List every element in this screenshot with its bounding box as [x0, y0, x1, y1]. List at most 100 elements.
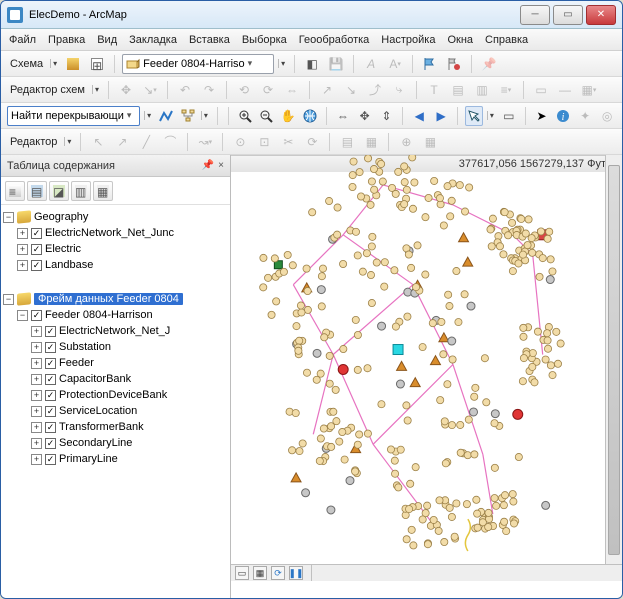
menu-config[interactable]: Настройка	[381, 34, 435, 46]
fit-height-icon[interactable]: ⇕	[378, 106, 396, 126]
menu-help[interactable]: Справка	[485, 34, 528, 46]
toc-layer[interactable]: +✓TransformerBank	[3, 419, 228, 435]
select-tool-icon[interactable]	[465, 106, 483, 126]
feeder-combo[interactable]: Feeder 0804-Harriso ▾	[122, 54, 274, 74]
title-bar[interactable]: ElecDemo - ArcMap ─ ▭ ✕	[1, 1, 622, 29]
pause-icon[interactable]: ❚❚	[289, 566, 303, 580]
open-project-icon[interactable]	[63, 54, 83, 74]
toc-layer[interactable]: +✓Feeder	[3, 355, 228, 371]
layers-icon	[17, 210, 31, 223]
identify-icon[interactable]: i	[554, 106, 572, 126]
clear-sel-icon[interactable]: ▭	[500, 106, 518, 126]
find-combo-split[interactable]: ▾	[144, 111, 153, 120]
schema-toolbar: Схема ▾ ⊞ Feeder 0804-Harriso ▾ ▾ ◧ 💾 A …	[1, 51, 622, 77]
view-tabs-bar: ▭ ▦ ⟳ ❚❚	[231, 564, 622, 581]
schema-dropdown[interactable]: ▾	[50, 59, 59, 68]
menu-geoproc[interactable]: Геообработка	[299, 34, 370, 46]
zoom-in-icon[interactable]	[236, 106, 254, 126]
list-options-icon[interactable]: ▦	[93, 181, 113, 201]
back-icon[interactable]: ◀	[410, 106, 428, 126]
toc-layer[interactable]: +✓ElectricNetwork_Net_Junc	[3, 225, 228, 241]
tree-icon[interactable]	[179, 106, 197, 126]
font-icon: A▾	[385, 54, 405, 74]
redo-icon: ↷	[199, 80, 219, 100]
layers-icon	[17, 292, 31, 305]
toc-panel: Таблица содержания 📌 × ≡ ▤ ◪ ▥ ▦ − Geogr…	[1, 155, 231, 598]
list-by-source-icon[interactable]: ▤	[27, 181, 47, 201]
editor-drop[interactable]: ▾	[64, 137, 73, 146]
toc-tree[interactable]: − Geography +✓ElectricNetwork_Net_Junc +…	[1, 205, 230, 598]
menu-select[interactable]: Выборка	[242, 34, 287, 46]
scroll-thumb[interactable]	[608, 165, 620, 555]
list-by-draw-icon[interactable]: ≡	[5, 181, 25, 201]
list-by-visibility-icon[interactable]: ◪	[49, 181, 69, 201]
schema-editor-drop[interactable]: ▾	[92, 85, 101, 94]
trace-icon[interactable]	[157, 106, 175, 126]
scrollbar-vertical[interactable]	[605, 155, 622, 581]
grid-icon: ▦▾	[579, 80, 599, 100]
menu-edit[interactable]: Правка	[48, 34, 85, 46]
toc-layer[interactable]: +✓ServiceLocation	[3, 403, 228, 419]
editor-label: Редактор	[7, 136, 60, 148]
toc-layer[interactable]: +✓PrimaryLine	[3, 451, 228, 467]
toc-root-feeder-frame[interactable]: − Фрейм данных Feeder 0804	[3, 291, 228, 307]
edit-node-icon: ↗	[112, 132, 132, 152]
toc-layer[interactable]: +✓ProtectionDeviceBank	[3, 387, 228, 403]
maximize-button[interactable]: ▭	[553, 5, 583, 25]
pin-icon[interactable]: 📌	[202, 160, 214, 171]
point-icon: ⊙	[230, 132, 250, 152]
close-panel-icon[interactable]: ×	[218, 160, 224, 171]
forward-icon[interactable]: ▶	[432, 106, 450, 126]
sketch-prop-icon: ▦	[361, 132, 381, 152]
data-view-icon[interactable]: ▭	[235, 566, 249, 580]
menu-insert[interactable]: Вставка	[189, 34, 230, 46]
toc-root-geography[interactable]: − Geography	[3, 209, 228, 225]
toc-layer[interactable]: +✓SecondaryLine	[3, 435, 228, 451]
attr-table-icon: ▤	[337, 132, 357, 152]
editor-toolbar: Редактор ▾ ↖ ↗ ╱ ⌒ ↝▾ ⊙ ⊡ ✂ ⟳ ▤ ▦ ⊕ ▦	[1, 129, 622, 155]
toc-layer[interactable]: +✓Electric	[3, 241, 228, 257]
rect-sel-icon: ▭	[531, 80, 551, 100]
find-combo[interactable]: Найти перекрывающи ▾	[7, 106, 140, 126]
svg-text:i: i	[562, 112, 565, 123]
toc-layer[interactable]: +✓Substation	[3, 339, 228, 355]
schema-editor-toolbar: Редактор схем ▾ ✥ ↘︎▾ ↶ ↷ ⟲ ⟳ ⇔ ↗ ↘ ⤴ ⤷ …	[1, 77, 622, 103]
marker-icon: ◎	[598, 106, 616, 126]
map-canvas[interactable]	[231, 155, 605, 564]
list-by-selection-icon[interactable]: ▥	[71, 181, 91, 201]
map-view[interactable]: ▭ ▦ ⟳ ❚❚ 377617,056 1567279,137 Футы	[231, 155, 622, 598]
toc-header[interactable]: Таблица содержания 📌 ×	[1, 155, 230, 177]
globe-icon[interactable]	[301, 106, 319, 126]
streaming-icon: ↝▾	[195, 132, 215, 152]
refresh-icon[interactable]: ⟳	[271, 566, 285, 580]
pan-icon[interactable]: ✋	[279, 106, 297, 126]
schema-grid-icon[interactable]: ⊞	[87, 54, 107, 74]
toc-layer[interactable]: +✓CapacitorBank	[3, 371, 228, 387]
find-combo-text: Найти перекрывающи	[11, 110, 124, 122]
feeder-combo-split[interactable]: ▾	[278, 59, 287, 68]
tree-split[interactable]: ▾	[201, 111, 210, 120]
menu-windows[interactable]: Окна	[447, 34, 473, 46]
toc-layer[interactable]: +✓Landbase	[3, 257, 228, 273]
menu-bar: Файл Правка Вид Закладка Вставка Выборка…	[1, 29, 622, 51]
flag-tool-icon[interactable]	[420, 54, 440, 74]
close-button[interactable]: ✕	[586, 5, 616, 25]
toc-layer[interactable]: +✓ElectricNetwork_Net_J	[3, 323, 228, 339]
path2-icon: ↘	[341, 80, 361, 100]
toc-feeder-group[interactable]: −✓Feeder 0804-Harrison	[3, 307, 228, 323]
edit-arrow-icon: ↖	[88, 132, 108, 152]
text-tool-icon: A	[361, 54, 381, 74]
zoom-out-icon[interactable]	[257, 106, 275, 126]
menu-file[interactable]: Файл	[9, 34, 36, 46]
fit-all-icon[interactable]: ✥	[356, 106, 374, 126]
tool-square-icon[interactable]: ◧	[302, 54, 322, 74]
distribute-icon: ≡▾	[496, 80, 516, 100]
menu-bookmark[interactable]: Закладка	[129, 34, 177, 46]
flag-remove-icon[interactable]	[444, 54, 464, 74]
menu-view[interactable]: Вид	[97, 34, 117, 46]
minimize-button[interactable]: ─	[520, 5, 550, 25]
fit-width-icon[interactable]: ⇔	[334, 106, 352, 126]
pointer-icon[interactable]: ➤	[533, 106, 551, 126]
layout-view-icon[interactable]: ▦	[253, 566, 267, 580]
select-split[interactable]: ▾	[487, 111, 496, 120]
